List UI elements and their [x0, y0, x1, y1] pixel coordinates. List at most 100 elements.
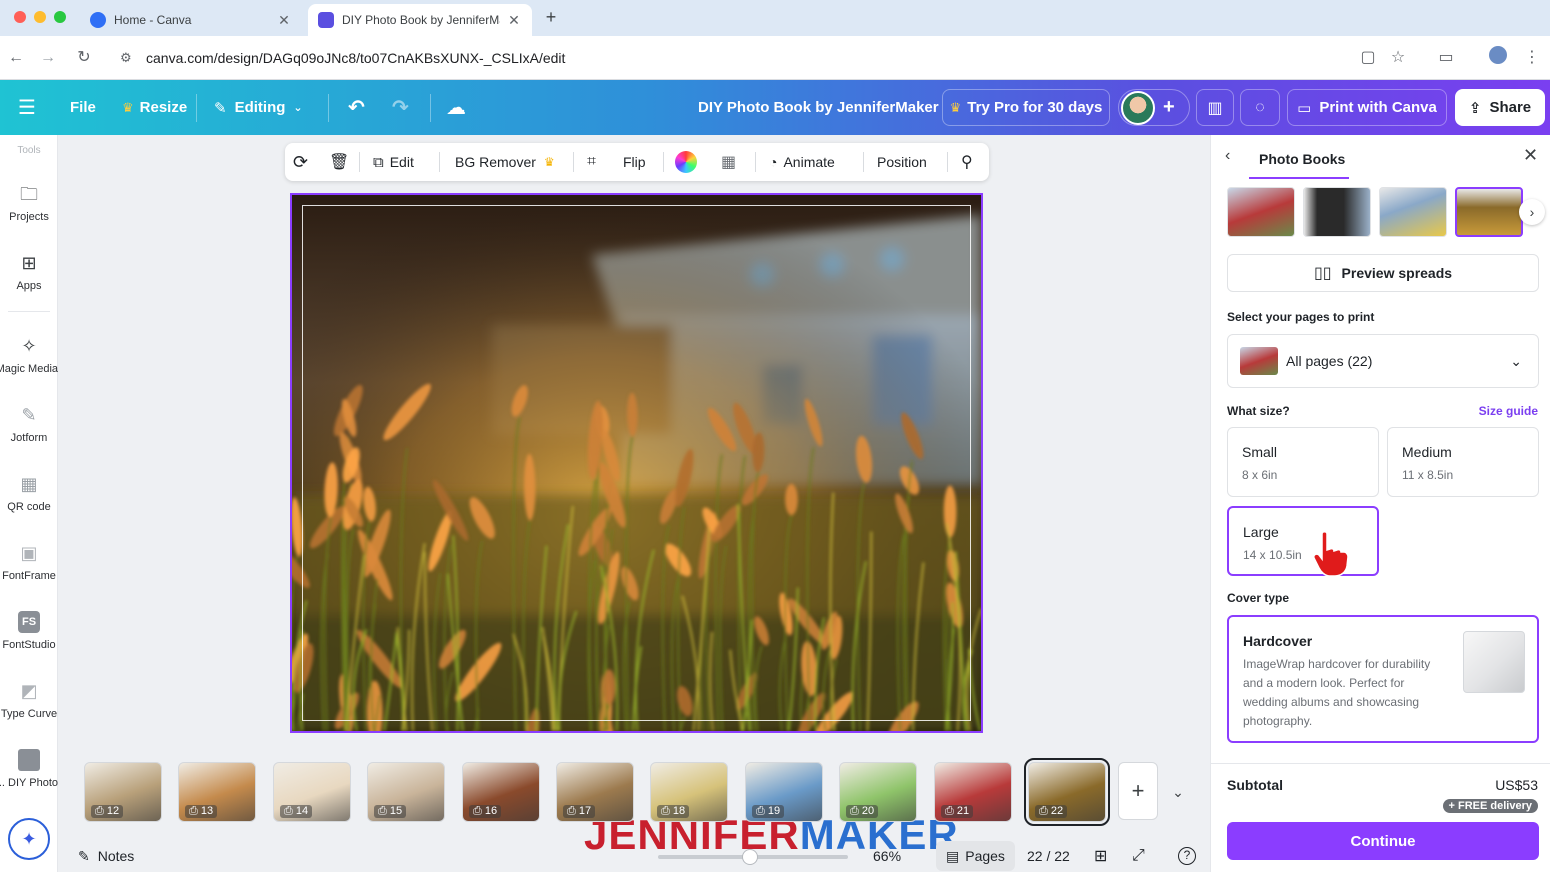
zoom-level[interactable]: 66%	[873, 840, 901, 872]
pages-dropdown[interactable]: All pages (22) ⌄	[1227, 334, 1539, 388]
active-tab-underline	[1249, 177, 1349, 179]
forward-arrow-icon[interactable]: →	[36, 46, 60, 70]
chevron-down-icon: ⌄	[293, 102, 303, 114]
user-avatar[interactable]	[1121, 90, 1155, 125]
flip-button[interactable]: Flip	[623, 143, 646, 181]
undo-icon[interactable]: ↶	[348, 80, 365, 135]
browser-tab-home[interactable]: Home - Canva ✕	[80, 4, 302, 36]
paint-roller-icon[interactable]: ⚲	[961, 143, 973, 181]
page-thumbnail[interactable]: ⎙ 21	[934, 762, 1012, 822]
size-option-medium[interactable]: Medium 11 x 8.5in	[1387, 427, 1539, 497]
design-page-canvas[interactable]	[290, 193, 983, 733]
sidebar-item-magic-media[interactable]: ✧ Magic Media	[0, 335, 58, 375]
cloud-saved-icon[interactable]: ☁	[446, 80, 466, 135]
pages-icon: ▤	[946, 847, 960, 864]
add-page-button[interactable]: +	[1118, 762, 1158, 820]
page-thumbnail[interactable]: ⎙ 22	[1024, 758, 1110, 826]
sidebar-item-projects[interactable]: 🗀 Projects	[0, 183, 58, 223]
trash-icon[interactable]: 🗑	[329, 143, 349, 181]
page-thumbnail[interactable]: ⎙ 20	[839, 762, 917, 822]
fullscreen-icon[interactable]: ⤢	[1132, 840, 1145, 872]
position-button[interactable]: Position	[877, 143, 927, 181]
print-with-canva-button[interactable]: ▭ Print with Canva	[1287, 89, 1447, 126]
replace-rotate-icon[interactable]: ⟳	[293, 143, 308, 181]
resize-button[interactable]: ♛ Resize	[122, 80, 187, 135]
bg-remover-button[interactable]: BG Remover ♛	[455, 143, 555, 181]
fontframe-icon: ▣	[20, 543, 38, 563]
pages-button[interactable]: ▤ Pages	[936, 841, 1015, 871]
main-menu-icon[interactable]: ☰	[18, 80, 36, 135]
editing-mode-button[interactable]: ✎ Editing ⌄	[214, 80, 303, 135]
new-tab-button[interactable]: +	[540, 6, 562, 28]
editing-label: Editing	[234, 99, 286, 116]
share-button[interactable]: ⇪ Share	[1455, 89, 1545, 126]
profile-avatar-icon[interactable]	[1486, 46, 1510, 70]
notes-button[interactable]: ✎ Notes	[78, 840, 134, 872]
address-bar: ← → ↻ ⚙ canva.com/design/DAGq09oJNc8/to0…	[0, 36, 1550, 80]
sidebar-item-diy-photo[interactable]: DIY Photo ...	[0, 749, 58, 789]
cast-icon[interactable]: ▭	[1434, 46, 1458, 70]
product-photo-4[interactable]	[1455, 187, 1523, 237]
try-pro-button[interactable]: ♛ Try Pro for 30 days	[942, 89, 1110, 126]
chevron-down-icon[interactable]: ⌄	[1166, 780, 1190, 804]
folder-icon: 🗀	[20, 184, 38, 204]
page-thumbnail[interactable]: ⎙ 18	[650, 762, 728, 822]
reload-icon[interactable]: ↻	[72, 46, 96, 70]
product-photo-3[interactable]	[1379, 187, 1447, 237]
sidebar-item-qr-code[interactable]: ▦ QR code	[0, 473, 58, 513]
back-chevron-icon[interactable]: ‹	[1225, 147, 1230, 165]
grass-photo[interactable]	[292, 195, 981, 731]
page-thumbnail[interactable]: ⎙ 15	[367, 762, 445, 822]
page-thumbnail[interactable]: ⎙ 16	[462, 762, 540, 822]
cover-option-hardcover[interactable]: Hardcover ImageWrap hardcover for durabi…	[1227, 615, 1539, 743]
close-tab-icon[interactable]: ✕	[276, 12, 292, 29]
edit-image-button[interactable]: ⧉ Edit	[373, 143, 414, 181]
page-thumbnail[interactable]: ⎙ 13	[178, 762, 256, 822]
grid-view-icon[interactable]: ⊞	[1094, 840, 1107, 872]
help-icon[interactable]: ?	[1178, 840, 1196, 872]
continue-button[interactable]: Continue	[1227, 822, 1539, 860]
back-arrow-icon[interactable]: ←	[4, 46, 28, 70]
window-zoom-button[interactable]	[54, 11, 66, 23]
sidebar-item-jotform[interactable]: ✎ Jotform	[0, 404, 58, 444]
size-guide-link[interactable]: Size guide	[1479, 404, 1538, 418]
page-thumbnail[interactable]: ⎙ 14	[273, 762, 351, 822]
transparency-icon[interactable]: ▦	[721, 143, 736, 181]
browser-tab-design[interactable]: DIY Photo Book by JenniferMaker ✕	[308, 4, 532, 36]
page-thumbnail[interactable]: ⎙ 17	[556, 762, 634, 822]
clipboard-icon[interactable]: ▢	[1356, 46, 1380, 70]
invite-plus-icon[interactable]: +	[1163, 96, 1175, 119]
url-field[interactable]: ⚙ canva.com/design/DAGq09oJNc8/to07CnAKB…	[106, 42, 1406, 74]
chevron-right-icon[interactable]: ›	[1519, 199, 1545, 225]
product-photo-2[interactable]	[1303, 187, 1371, 237]
close-tab-icon[interactable]: ✕	[506, 12, 522, 29]
comments-button[interactable]: ◌	[1240, 89, 1280, 126]
insights-button[interactable]: ▥	[1196, 89, 1234, 126]
crop-icon[interactable]: ⌗	[587, 143, 596, 181]
close-icon[interactable]: ✕	[1523, 145, 1538, 166]
window-close-button[interactable]	[14, 11, 26, 23]
sidebar-item-apps[interactable]: ⊞ Apps	[0, 252, 58, 292]
size-option-large[interactable]: Large 14 x 10.5in	[1227, 506, 1379, 576]
page-thumbnail[interactable]: ⎙ 12	[84, 762, 162, 822]
page-number: ⎙ 17	[563, 805, 596, 818]
element-toolbar: ⟳ 🗑 ⧉ Edit BG Remover ♛ ⌗ Flip ▦ ◔ Anima…	[285, 143, 989, 181]
color-adjust-icon[interactable]	[675, 143, 697, 181]
window-minimize-button[interactable]	[34, 11, 46, 23]
browser-menu-icon[interactable]: ⋮	[1520, 46, 1544, 70]
bookmark-star-icon[interactable]: ☆	[1386, 46, 1410, 70]
sidebar-item-fontframe[interactable]: ▣ FontFrame	[0, 542, 58, 582]
preview-spreads-button[interactable]: ▯▯ Preview spreads	[1227, 254, 1539, 292]
product-photo-1[interactable]	[1227, 187, 1295, 237]
page-thumbnail[interactable]: ⎙ 19	[745, 762, 823, 822]
sidebar-item-fontstudio[interactable]: FS FontStudio	[0, 611, 58, 651]
sidebar-item-type-curve[interactable]: ◩ Type Curve	[0, 680, 58, 720]
site-settings-icon[interactable]: ⚙	[120, 50, 136, 66]
animate-button[interactable]: ◔ Animate	[769, 143, 835, 181]
size-option-small[interactable]: Small 8 x 6in	[1227, 427, 1379, 497]
file-menu[interactable]: File	[70, 80, 96, 135]
hardcover-image	[1463, 631, 1525, 693]
redo-icon[interactable]: ↷	[392, 80, 409, 135]
document-title[interactable]: DIY Photo Book by JenniferMaker	[698, 80, 939, 135]
magic-assistant-button[interactable]: ✦	[8, 818, 50, 860]
